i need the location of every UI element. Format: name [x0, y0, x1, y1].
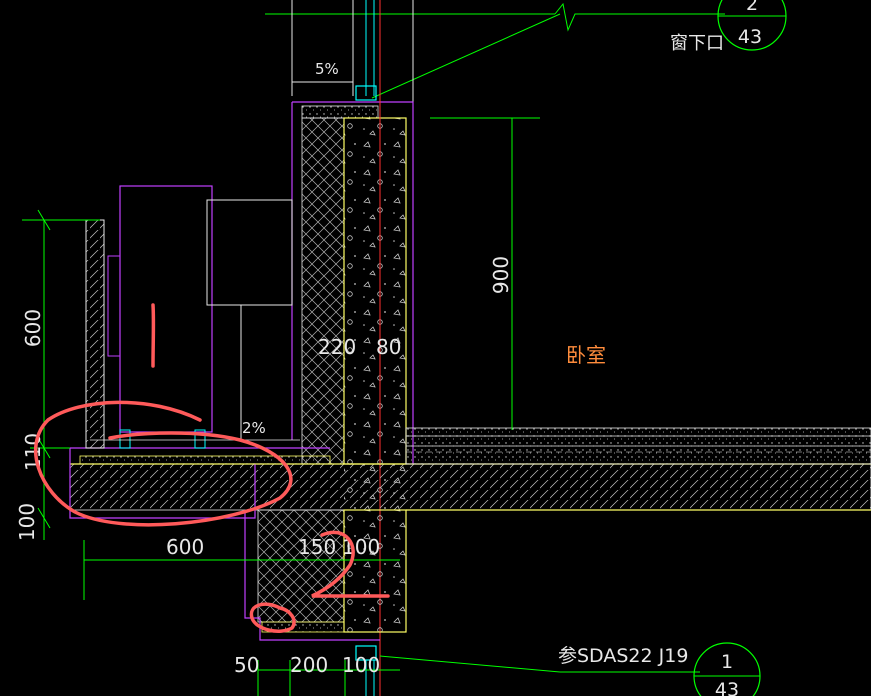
top-slope-label: 5% — [315, 60, 339, 78]
ac-unit — [119, 185, 213, 433]
railing-post — [85, 219, 105, 449]
cad-drawing: 2 43 窗下口 5% 2% 600 110 100 900 220 80 60… — [15, 0, 871, 696]
concrete-wall-upper — [343, 117, 407, 465]
louver-box — [206, 199, 293, 440]
callout-bottom-number: 1 — [721, 651, 733, 673]
insulation-upper — [301, 117, 345, 465]
dim-50: 50 — [234, 653, 259, 677]
top-leader — [265, 2, 725, 99]
room-label: 卧室 — [566, 343, 606, 367]
dim-150: 150 — [298, 535, 336, 559]
dim-100-bottom: 100 — [342, 653, 380, 677]
callout-top: 2 43 — [717, 0, 787, 51]
dim-220: 220 — [318, 335, 356, 359]
dim-80: 80 — [376, 335, 401, 359]
callout-top-number: 2 — [746, 0, 758, 15]
floor-slab — [69, 463, 871, 511]
callout-bottom-sheet: 43 — [715, 679, 739, 696]
dim-600-horizontal: 600 — [166, 535, 204, 559]
dim-600-vertical: 600 — [21, 309, 45, 347]
dim-110: 110 — [21, 433, 45, 471]
ac-slope-label: 2% — [242, 419, 266, 437]
dim-200: 200 — [290, 653, 328, 677]
dim-100-vertical: 100 — [15, 503, 39, 541]
concrete-wall-lower — [343, 509, 407, 633]
callout-top-sheet: 43 — [738, 26, 762, 48]
window-lines — [291, 0, 414, 110]
window-sill-label: 窗下口 — [670, 33, 724, 54]
dim-900: 900 — [489, 256, 513, 294]
reference-label: 参SDAS22 J19 — [558, 645, 688, 667]
callout-bottom: 1 43 — [693, 642, 761, 696]
